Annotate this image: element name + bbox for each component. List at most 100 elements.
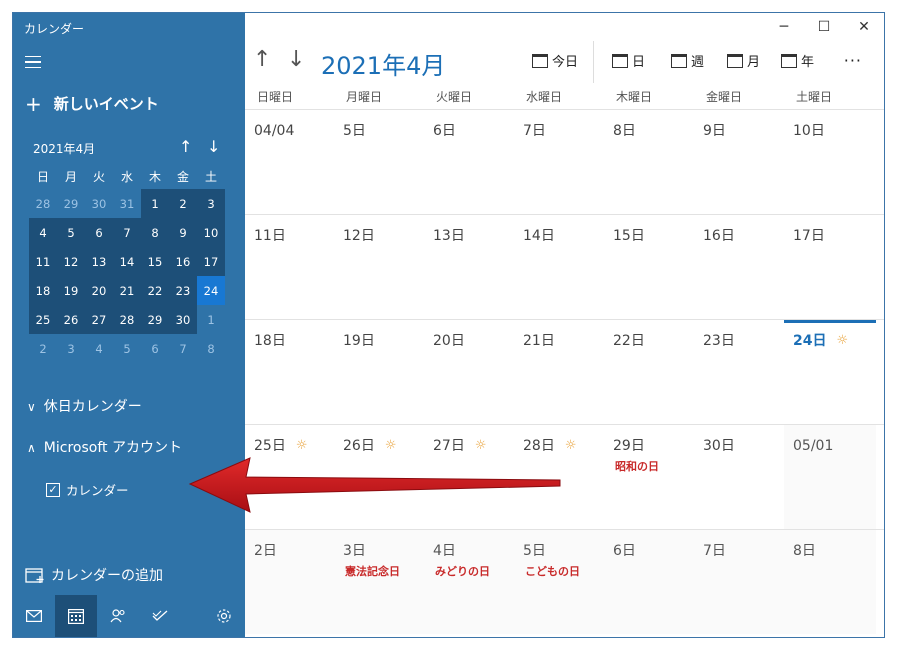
mini-day-cell[interactable]: 1 bbox=[197, 305, 225, 334]
today-button[interactable]: 今日 bbox=[532, 51, 578, 70]
mini-day-cell[interactable]: 3 bbox=[57, 334, 85, 363]
day-cell[interactable]: 9日 bbox=[694, 110, 784, 214]
mini-day-cell[interactable]: 31 bbox=[113, 189, 141, 218]
mini-day-cell[interactable]: 21 bbox=[113, 276, 141, 305]
mini-day-cell[interactable]: 2 bbox=[29, 334, 57, 363]
new-event-button[interactable]: + 新しいイベント bbox=[25, 93, 159, 114]
calendar-icon[interactable] bbox=[55, 595, 97, 637]
mini-day-cell[interactable]: 4 bbox=[85, 334, 113, 363]
mini-day-cell[interactable]: 5 bbox=[113, 334, 141, 363]
mini-day-cell[interactable]: 4 bbox=[29, 218, 57, 247]
mini-day-cell[interactable]: 15 bbox=[141, 247, 169, 276]
mini-day-cell[interactable]: 5 bbox=[57, 218, 85, 247]
mini-day-cell[interactable]: 8 bbox=[141, 218, 169, 247]
mini-day-cell[interactable]: 6 bbox=[85, 218, 113, 247]
day-cell[interactable]: 21日 bbox=[514, 320, 604, 424]
month-title[interactable]: 2021年4月 bbox=[321, 46, 445, 81]
mini-day-cell[interactable]: 29 bbox=[141, 305, 169, 334]
mini-day-cell[interactable]: 25 bbox=[29, 305, 57, 334]
day-cell[interactable]: 6日 bbox=[604, 530, 694, 634]
day-cell[interactable]: 13日 bbox=[424, 215, 514, 319]
day-cell[interactable]: 7日 bbox=[514, 110, 604, 214]
mini-day-cell[interactable]: 27 bbox=[85, 305, 113, 334]
mini-next-month-arrow-icon[interactable]: ↓ bbox=[207, 137, 220, 156]
day-cell[interactable]: 20日 bbox=[424, 320, 514, 424]
week-view-button[interactable]: 週 bbox=[671, 51, 704, 70]
day-cell[interactable]: 29日 昭和の日 bbox=[604, 425, 694, 529]
mail-icon[interactable] bbox=[13, 595, 55, 637]
year-view-button[interactable]: 年 bbox=[781, 51, 814, 70]
day-cell[interactable]: 18日 bbox=[245, 320, 334, 424]
holiday-calendar-group[interactable]: ∨ 休日カレンダー bbox=[27, 396, 142, 416]
mini-day-cell[interactable]: 6 bbox=[141, 334, 169, 363]
day-cell[interactable]: 17日 bbox=[784, 215, 876, 319]
mini-day-cell[interactable]: 16 bbox=[169, 247, 197, 276]
day-cell[interactable]: 15日 bbox=[604, 215, 694, 319]
day-view-button[interactable]: 日 bbox=[612, 51, 645, 70]
day-cell[interactable]: 4日 みどりの日 bbox=[424, 530, 514, 634]
mini-calendar-title[interactable]: 2021年4月 bbox=[33, 140, 95, 157]
day-cell[interactable]: 30日 bbox=[694, 425, 784, 529]
mini-day-cell[interactable]: 10 bbox=[197, 218, 225, 247]
day-cell[interactable]: 12日 bbox=[334, 215, 424, 319]
mini-day-cell[interactable]: 28 bbox=[29, 189, 57, 218]
day-cell[interactable]: 16日 bbox=[694, 215, 784, 319]
mini-day-cell[interactable]: 29 bbox=[57, 189, 85, 218]
minimize-icon[interactable]: ─ bbox=[764, 13, 804, 41]
mini-day-cell[interactable]: 17 bbox=[197, 247, 225, 276]
day-cell[interactable]: 6日 bbox=[424, 110, 514, 214]
mini-day-cell[interactable]: 2 bbox=[169, 189, 197, 218]
mini-day-cell[interactable]: 7 bbox=[113, 218, 141, 247]
mini-day-cell[interactable]: 22 bbox=[141, 276, 169, 305]
mini-day-cell[interactable]: 19 bbox=[57, 276, 85, 305]
microsoft-account-group[interactable]: ∧ Microsoft アカウント bbox=[27, 437, 182, 457]
month-view-button[interactable]: 月 bbox=[727, 51, 760, 70]
next-month-arrow-icon[interactable]: ↓ bbox=[287, 47, 305, 72]
mini-day-cell[interactable]: 18 bbox=[29, 276, 57, 305]
settings-gear-icon[interactable] bbox=[203, 595, 245, 637]
mini-day-cell[interactable]: 23 bbox=[169, 276, 197, 305]
mini-day-cell[interactable]: 3 bbox=[197, 189, 225, 218]
maximize-icon[interactable]: ☐ bbox=[804, 13, 844, 41]
mini-day-cell[interactable]: 14 bbox=[113, 247, 141, 276]
day-cell[interactable]: 2日 bbox=[245, 530, 334, 634]
mini-day-cell[interactable]: 26 bbox=[57, 305, 85, 334]
add-calendar-button[interactable]: カレンダーの追加 bbox=[25, 565, 163, 585]
mini-day-cell[interactable]: 30 bbox=[85, 189, 113, 218]
mini-day-cell[interactable]: 13 bbox=[85, 247, 113, 276]
day-cell[interactable]: 5日 こどもの日 bbox=[514, 530, 604, 634]
day-cell[interactable]: 5日 bbox=[334, 110, 424, 214]
mini-day-cell[interactable]: 7 bbox=[169, 334, 197, 363]
day-cell[interactable]: 22日 bbox=[604, 320, 694, 424]
day-cell[interactable]: 8日 bbox=[784, 530, 876, 634]
close-icon[interactable]: ✕ bbox=[844, 13, 884, 41]
hamburger-menu-icon[interactable] bbox=[25, 56, 41, 69]
day-cell[interactable]: 05/01 bbox=[784, 425, 876, 529]
mini-prev-month-arrow-icon[interactable]: ↑ bbox=[179, 137, 192, 156]
mini-day-cell[interactable]: 1 bbox=[141, 189, 169, 218]
today-day-cell[interactable]: 24日 ☼ bbox=[784, 320, 876, 424]
todo-icon[interactable] bbox=[139, 595, 181, 637]
day-cell[interactable]: 04/04 bbox=[245, 110, 334, 214]
day-cell[interactable]: 7日 bbox=[694, 530, 784, 634]
mini-day-cell[interactable]: 28 bbox=[113, 305, 141, 334]
mini-day-cell[interactable]: 20 bbox=[85, 276, 113, 305]
mini-day-cell[interactable]: 12 bbox=[57, 247, 85, 276]
day-cell[interactable]: 19日 bbox=[334, 320, 424, 424]
day-cell[interactable]: 23日 bbox=[694, 320, 784, 424]
mini-day-cell[interactable]: 8 bbox=[197, 334, 225, 363]
checkbox[interactable]: ✓ bbox=[46, 482, 60, 497]
mini-day-cell[interactable]: 11 bbox=[29, 247, 57, 276]
mini-day-cell[interactable]: 30 bbox=[169, 305, 197, 334]
day-cell[interactable]: 8日 bbox=[604, 110, 694, 214]
day-cell[interactable]: 10日 bbox=[784, 110, 876, 214]
people-icon[interactable] bbox=[97, 595, 139, 637]
mini-day-cell[interactable]: 24 bbox=[197, 276, 225, 305]
day-cell[interactable]: 11日 bbox=[245, 215, 334, 319]
prev-month-arrow-icon[interactable]: ↑ bbox=[253, 47, 271, 72]
day-cell[interactable]: 14日 bbox=[514, 215, 604, 319]
more-options-icon[interactable]: ··· bbox=[844, 51, 862, 70]
calendar-checkbox-item[interactable]: ✓ カレンダー bbox=[46, 480, 129, 499]
mini-day-cell[interactable]: 9 bbox=[169, 218, 197, 247]
day-cell[interactable]: 3日 憲法記念日 bbox=[334, 530, 424, 634]
